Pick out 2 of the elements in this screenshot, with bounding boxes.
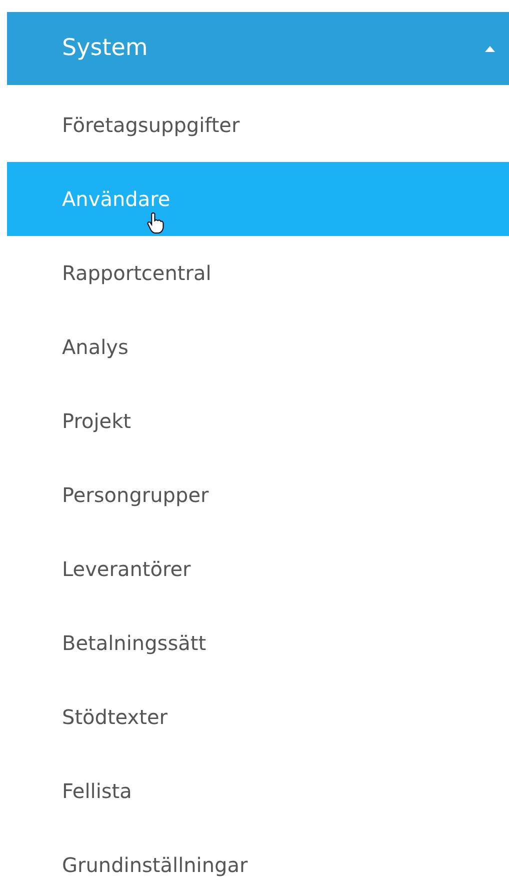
hand-cursor-icon	[147, 212, 164, 234]
caret-icon	[485, 46, 495, 52]
